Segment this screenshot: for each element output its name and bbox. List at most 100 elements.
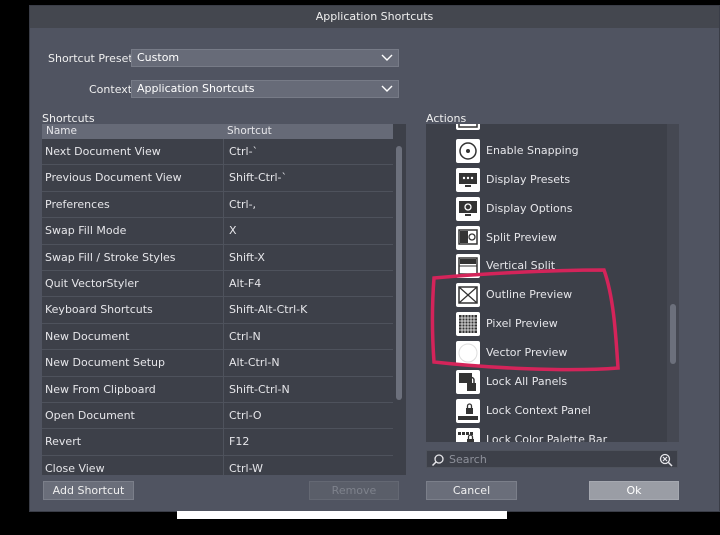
scrolled-item-icon [456,124,480,130]
shortcut-keys: Shift-Ctrl-` [229,171,288,185]
table-row[interactable]: Swap Fill Mode X [42,218,393,245]
shortcut-presets-label: Shortcut Presets [48,52,139,65]
shortcut-name: Swap Fill / Stroke Styles [45,250,176,264]
shortcut-keys: Ctrl-O [229,408,262,422]
vector-preview-icon [456,341,480,365]
shortcut-name: New Document [45,329,130,343]
column-header-name[interactable]: Name [46,124,77,139]
table-row[interactable]: New From Clipboard Shift-Ctrl-N [42,377,393,403]
lock-all-panels-icon [456,370,480,394]
action-item-enable-snapping[interactable]: Enable Snapping [456,138,666,164]
shortcut-keys: Alt-F4 [229,276,262,290]
shortcut-name: Swap Fill Mode [45,224,127,238]
action-label: Display Options [486,202,573,215]
add-shortcut-button[interactable]: Add Shortcut [43,481,134,500]
application-shortcuts-dialog: Application Shortcuts Shortcut Presets C… [29,5,720,512]
lock-color-palette-bar-icon [456,428,480,442]
action-label: Lock Color Palette Bar [486,433,608,442]
table-row[interactable]: New Document Ctrl-N [42,324,393,351]
shortcut-keys: Alt-Ctrl-N [229,356,280,370]
shortcut-name: New Document Setup [45,356,165,370]
shortcut-name: Quit VectorStyler [45,276,139,290]
enable-snapping-icon [456,139,480,163]
shortcut-name: Keyboard Shortcuts [45,303,153,317]
table-body: Next Document View Ctrl-` Previous Documen… [42,139,393,475]
column-header-shortcut[interactable]: Shortcut [227,124,272,139]
action-label: Enable Snapping [486,144,579,157]
lock-context-panel-icon [456,399,480,423]
shortcut-name: Preferences [45,197,110,211]
actions-scrollbar-thumb[interactable] [670,304,676,364]
action-label: Split Preview [486,231,557,244]
search-icon [431,454,444,467]
table-row[interactable]: Close View Ctrl-W [42,456,393,475]
table-row[interactable]: Next Document View Ctrl-` [42,139,393,166]
shortcut-presets-select[interactable]: Custom [131,49,399,67]
shortcut-keys: Ctrl-, [229,197,257,211]
action-item-lock-all-panels[interactable]: Lock All Panels [456,369,666,395]
chevron-down-icon [381,85,393,92]
shortcut-presets-value: Custom [137,51,180,64]
chevron-down-icon [381,54,393,61]
remove-button[interactable]: Remove [309,481,399,500]
shortcut-keys: Shift-X [229,250,265,264]
context-value: Application Shortcuts [137,82,255,95]
display-presets-icon [456,168,480,192]
actions-search-input[interactable]: Search [426,450,678,468]
vertical-split-icon [456,254,480,278]
table-row[interactable]: Preferences Ctrl-, [42,192,393,219]
action-item-lock-color-palette-bar[interactable]: Lock Color Palette Bar [456,427,666,442]
shortcut-keys: Shift-Ctrl-N [229,382,290,396]
shortcut-keys: Shift-Alt-Ctrl-K [229,303,308,317]
action-label: Vector Preview [486,346,568,359]
shortcut-name: Open Document [45,408,135,422]
table-row[interactable]: New Document Setup Alt-Ctrl-N [42,350,393,377]
actions-scrollbar[interactable] [667,124,679,442]
shortcut-name: New From Clipboard [45,382,156,396]
shortcut-keys: Ctrl-` [229,145,259,158]
dialog-title: Application Shortcuts [30,6,719,28]
action-label: Lock All Panels [486,375,568,388]
action-item-lock-context-panel[interactable]: Lock Context Panel [456,398,666,424]
shortcut-keys: X [229,224,237,238]
split-preview-icon [456,226,480,250]
table-row[interactable]: Quit VectorStyler Alt-F4 [42,271,393,298]
action-label: Vertical Split [486,259,556,272]
table-row[interactable]: Revert F12 [42,429,393,456]
table-scrollbar[interactable] [393,124,406,475]
shortcut-name: Next Document View [45,145,161,158]
bottom-bar [177,511,507,519]
table-row[interactable]: Open Document Ctrl-O [42,403,393,430]
table-row[interactable]: Keyboard Shortcuts Shift-Alt-Ctrl-K [42,297,393,324]
actions-list: Enable Snapping Display Presets Display Op… [426,124,679,442]
action-item-pixel-preview[interactable]: Pixel Preview [456,311,666,337]
cancel-button[interactable]: Cancel [426,481,517,500]
shortcut-keys: Ctrl-W [229,461,263,475]
action-item-outline-preview[interactable]: Outline Preview [456,282,666,308]
action-item-display-presets[interactable]: Display Presets [456,167,666,193]
table-header: Name Shortcut [42,124,393,139]
action-label: Lock Context Panel [486,404,591,417]
shortcut-name: Revert [45,435,82,449]
ok-button[interactable]: Ok [589,481,679,500]
action-label: Pixel Preview [486,317,558,330]
table-row[interactable]: Previous Document View Shift-Ctrl-` [42,165,393,192]
action-item-split-preview[interactable]: Split Preview [456,225,666,251]
search-placeholder: Search [449,453,487,466]
outline-preview-icon [456,283,480,307]
action-label: Display Presets [486,173,571,186]
clear-search-icon[interactable] [659,453,673,467]
action-item-display-options[interactable]: Display Options [456,196,666,222]
shortcut-name: Previous Document View [45,171,182,185]
shortcuts-table: Name Shortcut Next Document View Ctrl-` Pr… [42,124,406,475]
table-scrollbar-thumb[interactable] [396,146,402,400]
shortcut-keys: Ctrl-N [229,329,261,343]
context-label: Context [89,83,133,96]
shortcut-keys: F12 [229,435,250,449]
shortcut-name: Close View [45,461,105,475]
pixel-preview-icon [456,312,480,336]
context-select[interactable]: Application Shortcuts [131,80,399,98]
table-row[interactable]: Swap Fill / Stroke Styles Shift-X [42,245,393,271]
action-item-vertical-split[interactable]: Vertical Split [456,253,666,279]
action-item-vector-preview[interactable]: Vector Preview [456,340,666,366]
